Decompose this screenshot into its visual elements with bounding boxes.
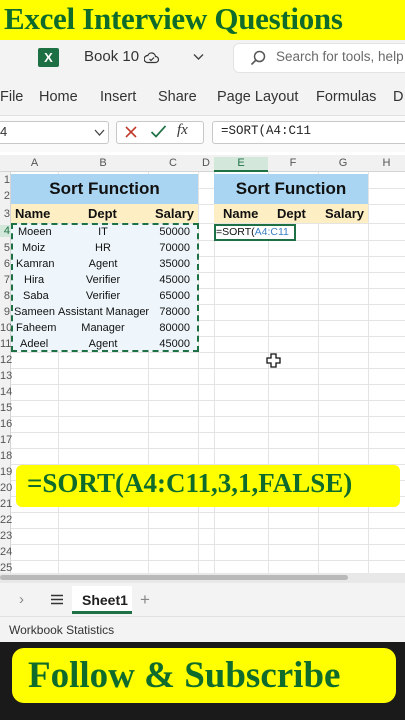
menu-home[interactable]: Home xyxy=(39,89,78,105)
column-header-g[interactable]: G xyxy=(318,157,368,169)
search-icon xyxy=(250,50,266,66)
right-header-salary[interactable]: Salary xyxy=(325,204,364,223)
grid-line xyxy=(11,448,405,449)
grid-line xyxy=(11,352,405,353)
grid-line xyxy=(11,528,405,529)
menu-page-layout[interactable]: Page Layout xyxy=(217,89,298,105)
hamburger-menu-icon[interactable] xyxy=(50,594,64,605)
name-box-value[interactable]: 4 xyxy=(0,124,7,139)
insert-function-icon[interactable]: fx xyxy=(177,122,188,139)
cell-cursor-icon xyxy=(266,353,281,368)
row-header[interactable]: 1 xyxy=(0,174,11,186)
left-header-salary[interactable]: Salary xyxy=(155,204,194,223)
column-header-c[interactable]: C xyxy=(148,157,198,169)
top-banner: Excel Interview Questions xyxy=(0,0,405,40)
menu-share[interactable]: Share xyxy=(158,89,197,105)
sheet-tab-sheet1[interactable]: Sheet1 xyxy=(72,586,132,614)
left-header-dept[interactable]: Dept xyxy=(88,204,117,223)
menu-insert[interactable]: Insert xyxy=(100,89,136,105)
row-header[interactable]: 7 xyxy=(0,274,11,286)
grid-line xyxy=(11,560,405,561)
cloud-saved-icon xyxy=(144,52,159,64)
row-header[interactable]: 21 xyxy=(0,498,12,510)
row-header[interactable]: 14 xyxy=(0,386,12,398)
row-header[interactable]: 19 xyxy=(0,466,12,478)
right-header-dept[interactable]: Dept xyxy=(277,204,306,223)
row-header[interactable]: 22 xyxy=(0,514,12,526)
grid-line xyxy=(11,544,405,545)
add-sheet-button[interactable]: + xyxy=(140,590,150,610)
formula-banner-text: =SORT(A4:C11,3,1,FALSE) xyxy=(27,468,353,498)
column-header-f[interactable]: F xyxy=(268,157,318,169)
excel-logo-icon: X xyxy=(38,48,59,67)
sheet-tab-label: Sheet1 xyxy=(82,592,128,608)
chevron-down-icon[interactable] xyxy=(192,50,205,63)
row-header[interactable]: 9 xyxy=(0,306,11,318)
right-table-title[interactable]: Sort Function xyxy=(214,174,368,204)
workbook-statistics[interactable]: Workbook Statistics xyxy=(9,623,114,637)
grid-line xyxy=(11,368,405,369)
formula-banner: =SORT(A4:C11,3,1,FALSE) xyxy=(16,465,400,507)
workbook-name[interactable]: Book 10 xyxy=(84,48,139,65)
column-header-d[interactable]: D xyxy=(198,157,214,169)
row-header[interactable]: 23 xyxy=(0,530,12,542)
enter-check-icon[interactable] xyxy=(150,124,167,139)
active-cell-formula[interactable]: =SORT(A4:C11 xyxy=(216,226,289,238)
row-header[interactable]: 20 xyxy=(0,482,12,494)
row-header[interactable]: 12 xyxy=(0,354,12,366)
column-header-b[interactable]: B xyxy=(58,157,148,169)
chevron-right-icon[interactable]: › xyxy=(19,591,24,608)
menu-data[interactable]: D xyxy=(393,89,403,105)
formula-input-text[interactable]: =SORT(A4:C11 xyxy=(221,124,311,138)
menu-formulas[interactable]: Formulas xyxy=(316,89,376,105)
row-header[interactable]: 18 xyxy=(0,450,12,462)
formula-prefix: =SORT( xyxy=(216,226,255,238)
row-header[interactable]: 6 xyxy=(0,258,11,270)
row-header[interactable]: 10 xyxy=(0,322,12,334)
name-box[interactable] xyxy=(0,121,109,144)
copy-selection-marquee xyxy=(11,223,199,352)
row-header[interactable]: 2 xyxy=(0,190,11,202)
grid-line xyxy=(11,512,405,513)
row-header[interactable]: 13 xyxy=(0,370,12,382)
row-header[interactable]: 24 xyxy=(0,546,12,558)
row-header[interactable]: 15 xyxy=(0,402,12,414)
column-header-a[interactable]: A xyxy=(11,157,58,169)
left-header-name[interactable]: Name xyxy=(15,204,50,223)
row-header[interactable]: 17 xyxy=(0,434,12,446)
row-header[interactable]: 16 xyxy=(0,418,12,430)
left-table-title[interactable]: Sort Function xyxy=(11,174,198,204)
column-header-e[interactable]: E xyxy=(214,157,268,172)
row-header[interactable]: 8 xyxy=(0,290,11,302)
row-header[interactable]: 5 xyxy=(0,242,11,254)
grid-line xyxy=(11,384,405,385)
column-header-h[interactable]: H xyxy=(368,157,405,169)
row-header[interactable]: 11 xyxy=(0,338,11,350)
formula-range-ref: A4:C11 xyxy=(254,226,289,238)
chevron-down-icon[interactable] xyxy=(94,128,105,137)
scrollbar-thumb[interactable] xyxy=(0,575,348,580)
grid-line xyxy=(11,400,405,401)
search-placeholder[interactable]: Search for tools, help xyxy=(276,49,404,64)
right-header-name[interactable]: Name xyxy=(223,204,258,223)
row-header[interactable]: 4 xyxy=(0,225,11,237)
top-banner-text: Excel Interview Questions xyxy=(4,1,343,36)
grid-line xyxy=(11,432,405,433)
grid-line xyxy=(11,416,405,417)
menu-file[interactable]: File xyxy=(0,89,23,105)
bottom-banner: Follow & Subscribe xyxy=(12,648,396,703)
bottom-banner-text: Follow & Subscribe xyxy=(28,655,341,696)
row-header[interactable]: 3 xyxy=(0,208,11,220)
cancel-icon[interactable] xyxy=(124,125,138,139)
